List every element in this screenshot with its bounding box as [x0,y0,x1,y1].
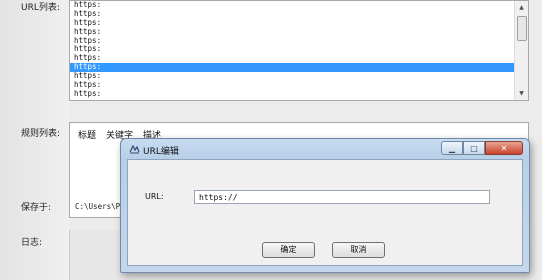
scroll-thumb[interactable] [517,16,527,41]
rule-list-label: 规则列表: [21,129,61,139]
url-field-label: URL: [145,192,164,201]
app-icon [129,144,140,154]
url-list-item[interactable]: https: [70,71,528,81]
url-list-item[interactable]: https: [70,18,528,28]
maximize-icon: □ [470,143,478,153]
url-field[interactable] [194,190,490,204]
url-list-item[interactable]: https: [70,9,528,19]
scroll-up-icon[interactable]: ▲ [515,4,528,11]
url-list-item[interactable]: https: [70,45,528,54]
url-list-scrollbar[interactable]: ▲ ▼ [514,1,528,100]
log-label: 日志: [21,238,43,248]
minimize-icon: ▁ [448,143,456,153]
close-icon: ✕ [500,143,508,153]
scroll-down-icon[interactable]: ▼ [515,90,528,97]
ok-button[interactable]: 确定 [262,242,315,258]
url-list-item[interactable]: https: [70,89,528,99]
url-listbox[interactable]: https: https: https: https: https: https: http… [69,0,529,101]
close-button[interactable]: ✕ [485,141,523,155]
minimize-button[interactable]: ▁ [441,141,463,155]
url-list-label: URL列表: [21,3,60,13]
url-list-item[interactable]: https: [70,62,528,73]
url-list-item[interactable]: https: [70,80,528,90]
column-header-title[interactable]: 标题 [78,128,96,141]
url-list-item[interactable]: https: [70,36,528,46]
url-list-item[interactable]: https: [70,1,528,10]
cancel-button[interactable]: 取消 [332,242,385,258]
save-path-value: C:\Users\PC [75,202,125,211]
maximize-button[interactable]: □ [463,141,485,155]
window-controls: ▁ □ ✕ [441,141,523,155]
dialog-body: URL: 确定 取消 [127,159,523,266]
url-list-item[interactable]: https: [70,53,528,63]
save-to-label: 保存于: [21,203,52,213]
dialog-title: URL编辑 [143,147,179,157]
url-rows: https: https: https: https: https: https: http… [70,1,528,99]
url-edit-dialog: URL编辑 ▁ □ ✕ URL: 确定 取消 [120,138,530,273]
url-list-item[interactable]: https: [70,27,528,37]
